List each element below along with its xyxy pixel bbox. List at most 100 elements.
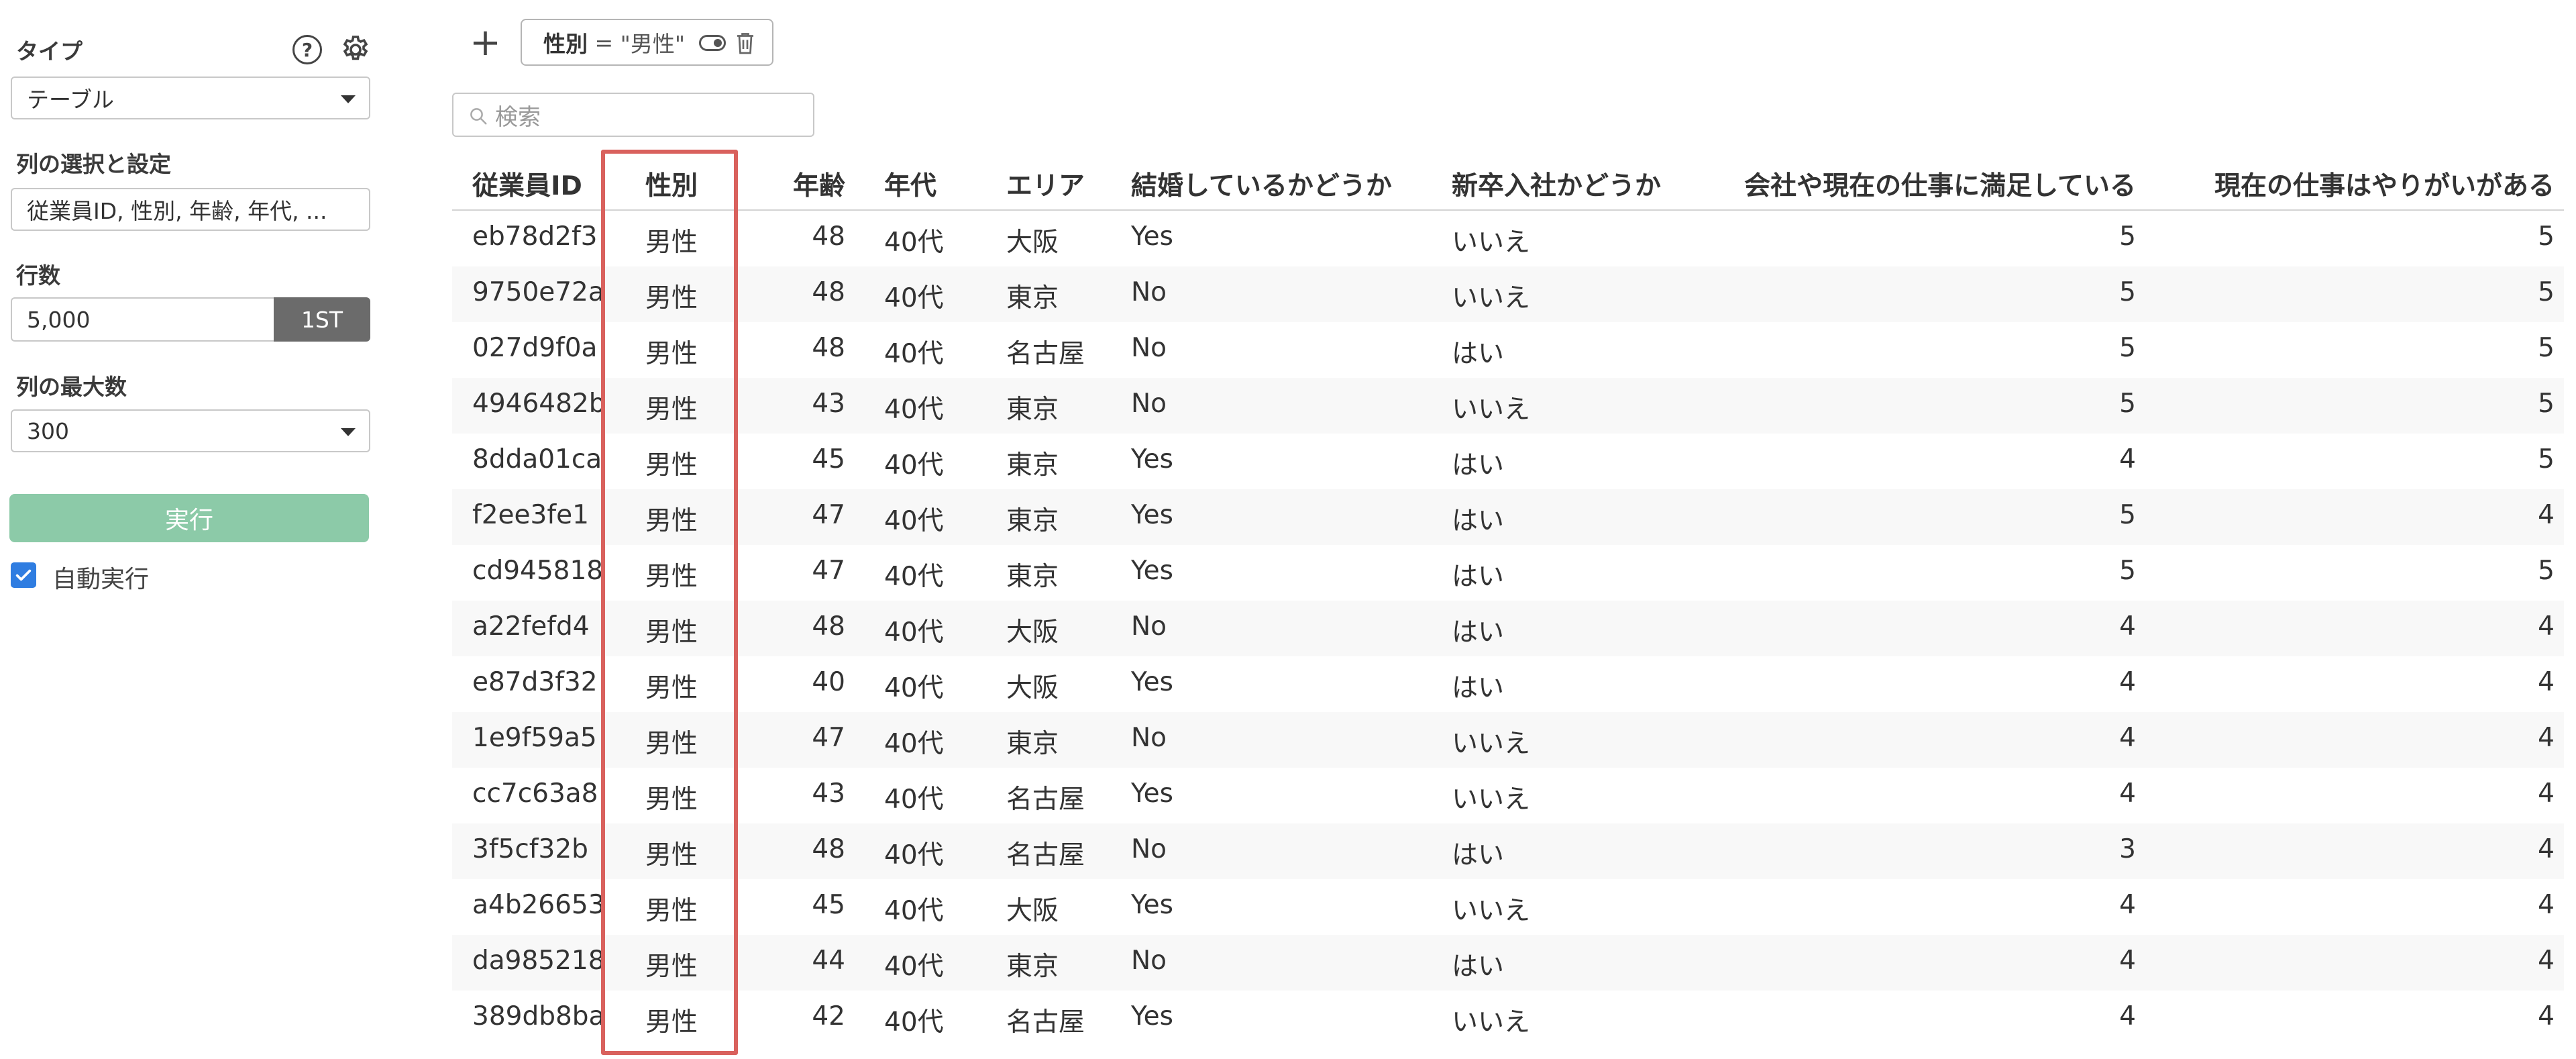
cell-gender: 男性 (645, 339, 698, 369)
cell-job-satisfaction: 4 (2119, 778, 2136, 809)
rows-input[interactable]: 5,000 (11, 297, 274, 342)
type-select[interactable]: テーブル (11, 77, 370, 119)
cell-gender: 男性 (645, 785, 698, 815)
cell-married: No (1131, 277, 1167, 307)
cell-new-grad: はい (1452, 617, 1505, 648)
cell-gender: 男性 (645, 673, 698, 703)
cell-married: No (1131, 834, 1167, 864)
cell-job-fulfillment: 4 (2538, 667, 2555, 697)
cell-new-grad: はい (1452, 952, 1505, 982)
cell-job-satisfaction: 4 (2119, 890, 2136, 920)
cell-job-fulfillment: 4 (2538, 1001, 2555, 1031)
cell-gender: 男性 (645, 506, 698, 536)
table-row: 8dda01ca 男性 45 40代 東京 Yes はい 4 5 (452, 434, 2564, 489)
toggle-icon[interactable] (699, 35, 726, 51)
columns-select-field[interactable]: 従業員ID, 性別, 年齢, 年代, ... (11, 188, 370, 231)
cell-age-group: 40代 (884, 952, 944, 982)
cell-job-satisfaction: 5 (2119, 333, 2136, 363)
column-header-area[interactable]: エリア (1006, 165, 1107, 203)
cell-employee-id: a22fefd4 (472, 611, 590, 642)
filter-value: "男性" (620, 31, 685, 57)
add-filter-button[interactable]: + (470, 23, 501, 63)
cell-employee-id: eb78d2f3 (472, 221, 598, 252)
filter-chip[interactable]: 性別 = "男性" (521, 19, 773, 66)
cell-gender: 男性 (645, 395, 698, 425)
column-header-married[interactable]: 結婚しているかどうか (1131, 165, 1440, 203)
type-label: タイプ (16, 38, 83, 64)
run-button[interactable]: 実行 (9, 494, 369, 542)
trash-icon[interactable] (735, 31, 755, 55)
cell-employee-id: 1e9f59a5 (472, 723, 597, 753)
cell-age: 44 (812, 946, 845, 976)
cell-job-satisfaction: 4 (2119, 444, 2136, 474)
cell-job-fulfillment: 5 (2538, 556, 2555, 586)
max-columns-select[interactable]: 300 (11, 409, 370, 452)
cell-job-fulfillment: 5 (2538, 389, 2555, 419)
table-row: cd945818 男性 47 40代 東京 Yes はい 5 5 (452, 545, 2564, 601)
search-input[interactable]: 検索 (452, 93, 814, 137)
cell-job-satisfaction: 4 (2119, 667, 2136, 697)
cell-age-group: 40代 (884, 673, 944, 703)
table-row: 4946482b 男性 43 40代 東京 No いいえ 5 5 (452, 378, 2564, 434)
first-rows-button[interactable]: 1ST (274, 297, 370, 342)
cell-married: No (1131, 333, 1167, 363)
column-header-gender[interactable]: 性別 (608, 165, 735, 203)
cell-job-satisfaction: 5 (2119, 500, 2136, 530)
column-header-new-grad[interactable]: 新卒入社かどうか (1452, 165, 1707, 203)
cell-area: 大阪 (1006, 673, 1059, 703)
column-header-employee-id[interactable]: 従業員ID (472, 165, 606, 203)
cell-gender: 男性 (645, 283, 698, 313)
cell-married: No (1131, 723, 1167, 753)
type-select-value: テーブル (27, 87, 115, 113)
cell-area: 名古屋 (1006, 339, 1085, 369)
cell-job-fulfillment: 4 (2538, 890, 2555, 920)
table-row: 3f5cf32b 男性 48 40代 名古屋 No はい 3 4 (452, 823, 2564, 879)
cell-job-fulfillment: 4 (2538, 723, 2555, 753)
cell-gender: 男性 (645, 1007, 698, 1038)
cell-area: 東京 (1006, 562, 1059, 592)
cell-married: Yes (1131, 500, 1173, 530)
cell-job-satisfaction: 5 (2119, 277, 2136, 307)
auto-run-label: 自動実行 (52, 566, 150, 593)
cell-age-group: 40代 (884, 562, 944, 592)
cell-married: No (1131, 611, 1167, 642)
column-header-age[interactable]: 年齢 (767, 165, 845, 203)
table-row: eb78d2f3 男性 48 40代 大阪 Yes いいえ 5 5 (452, 211, 2564, 266)
cell-age: 45 (812, 444, 845, 474)
chevron-down-icon (341, 428, 356, 436)
cell-age-group: 40代 (884, 395, 944, 425)
cell-gender: 男性 (645, 228, 698, 258)
cell-job-satisfaction: 4 (2119, 611, 2136, 642)
cell-age-group: 40代 (884, 729, 944, 759)
cell-age: 48 (812, 333, 845, 363)
cell-new-grad: いいえ (1452, 729, 1531, 759)
cell-age-group: 40代 (884, 785, 944, 815)
table-row: cc7c63a8 男性 43 40代 名古屋 Yes いいえ 4 4 (452, 768, 2564, 823)
cell-area: 東京 (1006, 395, 1059, 425)
table-row: 027d9f0a 男性 48 40代 名古屋 No はい 5 5 (452, 322, 2564, 378)
cell-job-fulfillment: 5 (2538, 221, 2555, 252)
gear-icon[interactable] (339, 34, 372, 66)
help-icon[interactable]: ? (292, 35, 322, 64)
cell-area: 東京 (1006, 450, 1059, 481)
column-header-job-fulfillment[interactable]: 現在の仕事はやりがいがある (2169, 165, 2555, 203)
cell-age-group: 40代 (884, 450, 944, 481)
cell-new-grad: はい (1452, 840, 1505, 870)
cell-age: 47 (812, 500, 845, 530)
columns-select-value: 従業員ID, 性別, 年齢, 年代, ... (27, 198, 327, 224)
cell-age-group: 40代 (884, 228, 944, 258)
column-header-job-satisfaction[interactable]: 会社や現在の仕事に満足している (1707, 165, 2136, 203)
table-row: a4b26653 男性 45 40代 大阪 Yes いいえ 4 4 (452, 879, 2564, 935)
cell-new-grad: はい (1452, 673, 1505, 703)
cell-gender: 男性 (645, 450, 698, 481)
cell-married: Yes (1131, 1001, 1173, 1031)
table-row: 389db8ba 男性 42 40代 名古屋 Yes いいえ 4 4 (452, 991, 2564, 1046)
cell-area: 大阪 (1006, 228, 1059, 258)
cell-job-fulfillment: 5 (2538, 277, 2555, 307)
auto-run-checkbox[interactable] (11, 562, 36, 588)
column-header-age-group[interactable]: 年代 (884, 165, 965, 203)
cell-area: 東京 (1006, 283, 1059, 313)
cell-area: 名古屋 (1006, 785, 1085, 815)
cell-area: 名古屋 (1006, 840, 1085, 870)
table-row: da985218 男性 44 40代 東京 No はい 4 4 (452, 935, 2564, 991)
